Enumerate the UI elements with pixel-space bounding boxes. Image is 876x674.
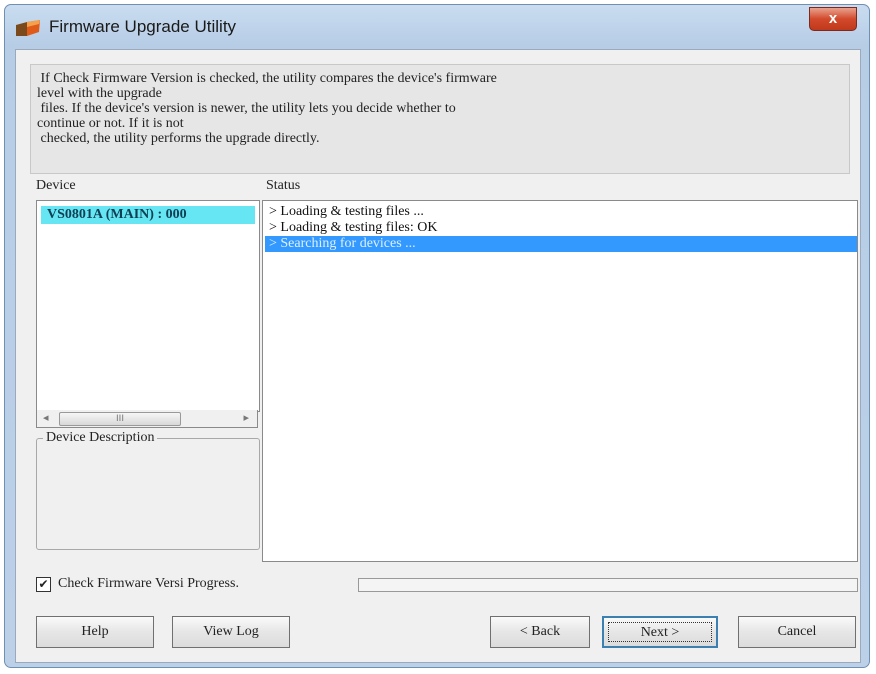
device-list[interactable]: VS0801A (MAIN) : 000 <box>36 200 260 412</box>
check-firmware-checkbox[interactable]: ✔ <box>36 577 51 592</box>
firmware-upgrade-window: Firmware Upgrade Utility x If Check Firm… <box>4 4 870 668</box>
status-line: > Loading & testing files ... <box>269 204 424 219</box>
window-title: Firmware Upgrade Utility <box>49 17 237 36</box>
dialog-client: If Check Firmware Version is checked, th… <box>15 49 861 663</box>
back-button[interactable]: < Back <box>490 616 590 648</box>
device-item[interactable]: VS0801A (MAIN) : 000 <box>41 206 255 224</box>
device-description-group: Device Description <box>36 430 260 550</box>
help-button[interactable]: Help <box>36 616 154 648</box>
next-button[interactable]: Next > <box>602 616 718 648</box>
scroll-thumb[interactable]: III <box>59 412 181 426</box>
scroll-left-icon[interactable]: ◂ <box>43 411 49 424</box>
status-list[interactable]: > Loading & testing files ... > Loading … <box>262 200 858 562</box>
progress-label: Progress. <box>187 576 239 591</box>
status-line: > Loading & testing files: OK <box>269 220 438 235</box>
check-firmware-label: Check Firmware Versi Progress. <box>58 576 239 591</box>
device-list-scrollbar[interactable]: ◂ III ▸ <box>36 410 258 428</box>
scroll-right-icon[interactable]: ▸ <box>243 411 249 424</box>
view-log-button[interactable]: View Log <box>172 616 290 648</box>
progress-bar <box>358 578 858 592</box>
close-button[interactable]: x <box>809 7 857 31</box>
status-line-selected: > Searching for devices ... <box>265 236 857 252</box>
cancel-button[interactable]: Cancel <box>738 616 856 648</box>
title-bar[interactable]: Firmware Upgrade Utility x <box>5 5 869 49</box>
app-icon <box>16 20 40 36</box>
device-description-label: Device Description <box>43 430 158 446</box>
next-button-label: Next > <box>608 622 712 642</box>
info-panel: If Check Firmware Version is checked, th… <box>30 64 850 174</box>
info-text: If Check Firmware Version is checked, th… <box>37 71 497 146</box>
status-label: Status <box>266 178 301 193</box>
device-label: Device <box>36 178 76 193</box>
